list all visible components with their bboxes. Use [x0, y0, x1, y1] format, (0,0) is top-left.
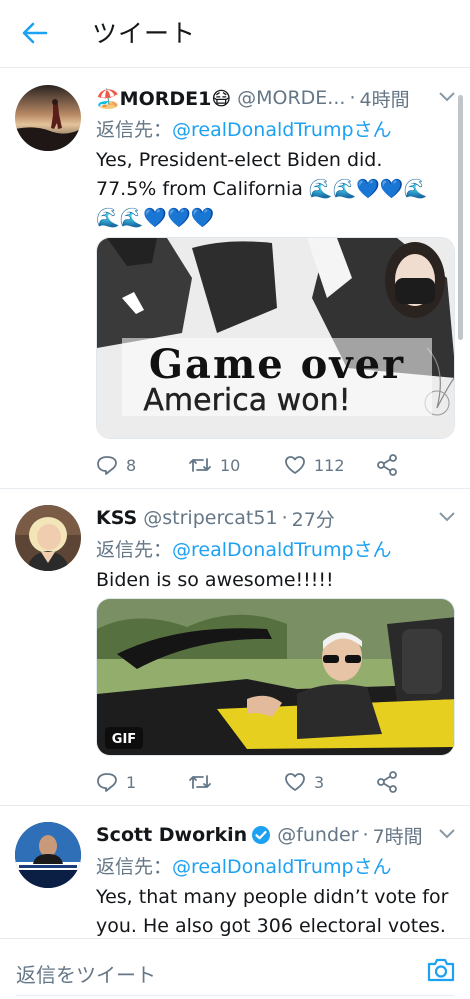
gif-badge: GIF [112, 732, 136, 747]
tweet-text: Biden is so awesome!!!!! [96, 566, 456, 595]
author-handle[interactable]: @stripercat51 [143, 507, 277, 529]
tweet-gif[interactable]: GIF [96, 598, 455, 756]
reply-button[interactable]: 8 [96, 455, 188, 475]
tweet-image[interactable]: Game over America won! [96, 237, 455, 439]
reply-mention-link[interactable]: @realDonaldTrumpさん [172, 539, 392, 561]
like-count: 112 [314, 455, 345, 475]
caret-down-icon[interactable] [438, 91, 456, 103]
tweet-text-line: Yes, that many people didn’t vote for [96, 886, 449, 908]
separator-dot: · [349, 87, 356, 109]
separator-dot: · [281, 507, 288, 529]
retweet-button[interactable]: 10 [188, 455, 284, 475]
caret-down-icon[interactable] [438, 828, 456, 840]
reply-to-line: 返信先：@realDonaldTrumpさん [96, 535, 456, 562]
tweet-actions: 1 3 [96, 769, 406, 795]
like-icon [285, 456, 305, 474]
tweet[interactable]: KSS @stripercat51 · 27分 返信先：@realDonaldT… [0, 490, 470, 806]
reply-icon [97, 773, 117, 792]
reply-input[interactable]: 返信をツイート [16, 959, 156, 988]
timestamp[interactable]: 7時間 [373, 822, 423, 849]
reply-to-label: 返信先： [96, 539, 173, 561]
back-button[interactable] [20, 18, 50, 48]
timestamp[interactable]: 4時間 [359, 85, 409, 112]
author-name[interactable]: 🏖️MORDE1😷 [96, 87, 231, 110]
reply-to-line: 返信先：@realDonaldTrumpさん [96, 115, 456, 142]
author-handle[interactable]: @MORDE... [237, 87, 345, 109]
tweet[interactable]: 🏖️MORDE1😷 @MORDE... · 4時間 返信先：@realDonal… [0, 69, 470, 489]
input-underline [16, 995, 454, 996]
page-title: ツイート [92, 19, 197, 48]
back-arrow-icon [22, 22, 48, 44]
separator-dot: · [362, 824, 369, 846]
reply-icon [97, 456, 117, 475]
like-icon [285, 773, 305, 791]
verified-badge-icon [252, 826, 271, 844]
reply-to-label: 返信先： [96, 856, 173, 878]
timestamp[interactable]: 27分 [292, 505, 335, 532]
caret-down-icon[interactable] [438, 511, 456, 523]
tweet[interactable]: Scott Dworkin @funder · 7時間 返信先：@realDon… [0, 807, 470, 938]
reply-count: 1 [126, 772, 137, 792]
retweet-icon [189, 775, 211, 789]
reply-mention-link[interactable]: @realDonaldTrumpさん [172, 119, 392, 141]
share-button[interactable] [376, 454, 398, 476]
avatar[interactable] [15, 822, 81, 888]
tweet-text-line: you. He also got 306 electoral votes. [96, 915, 446, 937]
image-caption-top: Game over [149, 341, 405, 388]
like-button[interactable]: 112 [284, 455, 376, 475]
like-count: 3 [314, 772, 325, 792]
avatar[interactable] [15, 505, 81, 571]
camera-icon[interactable] [426, 957, 456, 983]
author-name[interactable]: Scott Dworkin [96, 824, 247, 846]
image-caption-bottom: America won! [143, 383, 350, 418]
retweet-icon [189, 458, 211, 472]
share-icon [377, 454, 397, 476]
author-handle[interactable]: @funder [277, 824, 358, 846]
like-button[interactable]: 3 [284, 772, 376, 792]
avatar[interactable] [15, 85, 81, 151]
tweet-text-line: 77.5% from California 🌊🌊💙💙🌊 [96, 178, 428, 200]
tweet-text-line: Biden is so awesome!!!!! [96, 569, 334, 591]
top-bar: ツイート [0, 0, 470, 68]
reply-button[interactable]: 1 [96, 772, 188, 792]
reply-to-label: 返信先： [96, 119, 173, 141]
tweet-text-line: Yes, President-elect Biden did. [96, 149, 383, 171]
tweet-text: Yes, President-elect Biden did. 77.5% fr… [96, 146, 456, 233]
share-button[interactable] [376, 771, 398, 793]
tweet-text-line: 🌊🌊💙💙💙 [96, 207, 215, 229]
scrollbar[interactable] [458, 95, 463, 340]
tweet-actions: 8 10 112 [96, 452, 406, 478]
retweet-count: 10 [220, 455, 241, 475]
retweet-button[interactable] [188, 772, 284, 792]
author-name[interactable]: KSS [96, 507, 137, 529]
reply-count: 8 [126, 455, 137, 475]
reply-composer: 返信をツイート [0, 938, 470, 999]
share-icon [377, 771, 397, 793]
tweet-text: Yes, that many people didn’t vote for yo… [96, 883, 456, 941]
reply-to-line: 返信先：@realDonaldTrumpさん [96, 852, 456, 879]
reply-mention-link[interactable]: @realDonaldTrumpさん [172, 856, 392, 878]
